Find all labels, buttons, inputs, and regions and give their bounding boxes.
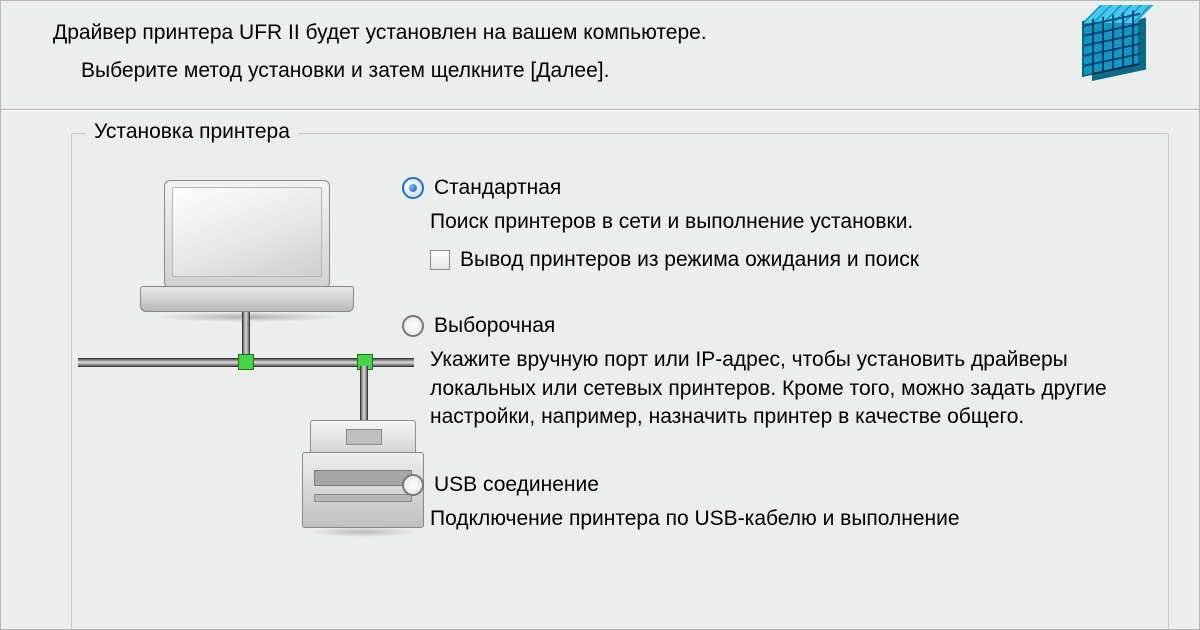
option-standard[interactable]: Стандартная Поиск принтеров в сети и вып… xyxy=(402,176,1148,272)
dialog-header: Драйвер принтера UFR II будет установлен… xyxy=(1,1,1199,109)
radio-custom[interactable] xyxy=(402,315,424,337)
option-custom-desc: Укажите вручную порт или IP-адрес, чтобы… xyxy=(430,346,1148,431)
wake-printers-label: Вывод принтеров из режима ожидания и пои… xyxy=(460,248,919,272)
option-usb-label: USB соединение xyxy=(434,473,599,497)
header-divider xyxy=(1,109,1199,111)
option-usb[interactable]: USB соединение Подключение принтера по U… xyxy=(402,473,1148,533)
header-text-line1: Драйвер принтера UFR II будет установлен… xyxy=(53,21,1079,45)
network-node-icon xyxy=(238,354,254,370)
option-standard-label: Стандартная xyxy=(434,176,561,200)
option-usb-desc: Подключение принтера по USB-кабелю и вып… xyxy=(430,505,1148,533)
radio-standard[interactable] xyxy=(402,177,424,199)
printer-install-group: Установка принтера xyxy=(71,133,1169,630)
network-illustration xyxy=(92,174,402,534)
registry-cube-icon xyxy=(1074,11,1154,89)
installer-dialog: Драйвер принтера UFR II будет установлен… xyxy=(0,0,1200,630)
option-custom-label: Выборочная xyxy=(434,314,555,338)
group-legend: Установка принтера xyxy=(86,120,298,144)
option-custom[interactable]: Выборочная Укажите вручную порт или IP-а… xyxy=(402,314,1148,431)
header-text-line2: Выберите метод установки и затем щелкнит… xyxy=(53,59,1079,83)
wake-printers-checkbox[interactable] xyxy=(430,250,450,270)
wake-printers-checkbox-row[interactable]: Вывод принтеров из режима ожидания и пои… xyxy=(430,248,1148,272)
option-standard-desc: Поиск принтеров в сети и выполнение уста… xyxy=(430,208,1148,236)
